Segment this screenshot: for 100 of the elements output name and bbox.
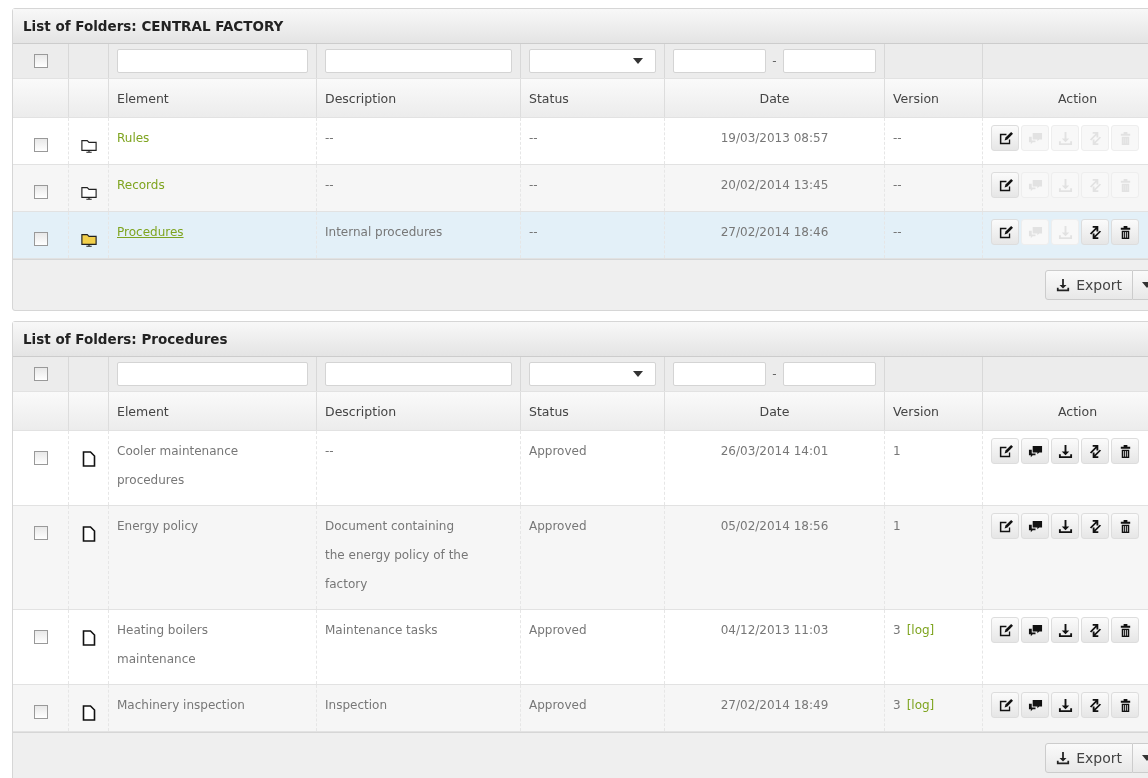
download-button[interactable] — [1051, 438, 1079, 464]
edit-button[interactable] — [991, 692, 1019, 718]
comment-button[interactable] — [1021, 513, 1049, 539]
edit-button[interactable] — [991, 617, 1019, 643]
log-link[interactable]: [log] — [906, 691, 935, 720]
download-icon — [1057, 622, 1073, 638]
log-link[interactable]: [log] — [906, 616, 935, 645]
version-text: -- — [893, 130, 902, 147]
arrows-icon — [1087, 622, 1103, 638]
select-all-checkbox[interactable] — [33, 54, 48, 68]
comment-button[interactable] — [1021, 692, 1049, 718]
folder-link[interactable]: Procedures — [117, 218, 184, 247]
download-icon — [1057, 697, 1073, 713]
caret-icon — [633, 58, 643, 64]
document-icon — [80, 705, 97, 721]
column-header: Action — [1057, 403, 1098, 419]
edit-button[interactable] — [991, 125, 1019, 151]
row-checkbox[interactable] — [33, 451, 48, 465]
description-filter-field[interactable] — [325, 362, 512, 386]
status-filter-dropdown[interactable] — [529, 49, 656, 73]
download-button[interactable] — [1051, 617, 1079, 643]
edit-button[interactable] — [991, 513, 1019, 539]
folder-icon — [80, 185, 97, 201]
edit-button[interactable] — [991, 438, 1019, 464]
document-icon — [80, 526, 97, 542]
trash-button[interactable] — [1111, 617, 1139, 643]
arrows-button[interactable] — [1081, 219, 1109, 245]
date-text: 20/02/2014 13:45 — [720, 177, 829, 194]
description-text: -- — [325, 177, 334, 194]
date-from-field[interactable] — [673, 49, 767, 73]
element-name: Heating boilers maintenance — [117, 622, 210, 668]
export-button[interactable]: Export — [1045, 270, 1133, 300]
arrows-button[interactable] — [1081, 438, 1109, 464]
arrows-icon — [1087, 443, 1103, 459]
date-to-field[interactable] — [782, 362, 876, 386]
panel-title: List of Folders: Procedures — [13, 322, 1148, 357]
panel-title: List of Folders: CENTRAL FACTORY — [13, 9, 1148, 44]
column-header: Action — [1057, 90, 1098, 106]
edit-icon — [997, 177, 1013, 193]
arrows-button[interactable] — [1081, 692, 1109, 718]
column-header: Description — [325, 90, 397, 106]
date-separator: - — [772, 367, 777, 381]
edit-button[interactable] — [991, 219, 1019, 245]
trash-button[interactable] — [1111, 692, 1139, 718]
comment-button[interactable] — [1021, 617, 1049, 643]
arrows-button[interactable] — [1081, 513, 1109, 539]
date-text: 04/12/2013 11:03 — [720, 622, 829, 639]
export-button[interactable]: Export — [1045, 743, 1133, 773]
download-icon — [1056, 751, 1071, 765]
date-text: 27/02/2014 18:46 — [720, 224, 829, 241]
element-name: Energy policy — [117, 518, 199, 535]
row-checkbox[interactable] — [33, 138, 48, 152]
caret-icon — [1141, 282, 1148, 288]
version-text: 3 — [893, 622, 901, 639]
download-button[interactable] — [1051, 513, 1079, 539]
trash-button[interactable] — [1111, 219, 1139, 245]
date-from-field[interactable] — [673, 362, 767, 386]
comment-button[interactable] — [1021, 438, 1049, 464]
version-text: -- — [893, 224, 902, 241]
date-text: 27/02/2014 18:49 — [720, 697, 829, 714]
status-text: Approved — [529, 443, 587, 460]
status-text: Approved — [529, 622, 587, 639]
folder-icon — [80, 138, 97, 154]
row-checkbox[interactable] — [33, 630, 48, 644]
download-button[interactable] — [1051, 692, 1079, 718]
trash-button[interactable] — [1111, 438, 1139, 464]
folder-link[interactable]: Records — [117, 171, 165, 200]
description-filter-field[interactable] — [325, 49, 512, 73]
arrows-button[interactable] — [1081, 617, 1109, 643]
row-checkbox[interactable] — [33, 705, 48, 719]
version-text: 1 — [893, 443, 901, 460]
description-text: Document containing the energy policy of the factory — [325, 518, 470, 593]
select-all-checkbox[interactable] — [33, 367, 48, 381]
date-text: 05/02/2014 18:56 — [720, 518, 829, 535]
row-checkbox[interactable] — [33, 185, 48, 199]
date-text: 26/03/2014 14:01 — [720, 443, 829, 460]
row-checkbox[interactable] — [33, 526, 48, 540]
element-filter-field[interactable] — [117, 49, 308, 73]
comment-icon — [1027, 518, 1043, 534]
edit-icon — [997, 622, 1013, 638]
caret-icon — [1141, 755, 1148, 761]
version-text: -- — [893, 177, 902, 194]
description-text: Maintenance tasks — [325, 622, 438, 639]
element-filter-field[interactable] — [117, 362, 308, 386]
row-checkbox[interactable] — [33, 232, 48, 246]
column-header: Element — [117, 90, 169, 106]
trash-button[interactable] — [1111, 513, 1139, 539]
element-name: Cooler maintenance procedures — [117, 443, 240, 489]
status-text: -- — [529, 224, 538, 241]
download-icon — [1057, 518, 1073, 534]
download-icon — [1056, 278, 1071, 292]
arrows-icon — [1087, 518, 1103, 534]
edit-button[interactable] — [991, 172, 1019, 198]
date-to-field[interactable] — [782, 49, 876, 73]
document-icon — [80, 630, 97, 646]
column-header: Status — [529, 90, 569, 106]
column-header: Date — [759, 90, 790, 106]
column-header: Status — [529, 403, 569, 419]
folder-link[interactable]: Rules — [117, 124, 150, 153]
status-filter-dropdown[interactable] — [529, 362, 656, 386]
